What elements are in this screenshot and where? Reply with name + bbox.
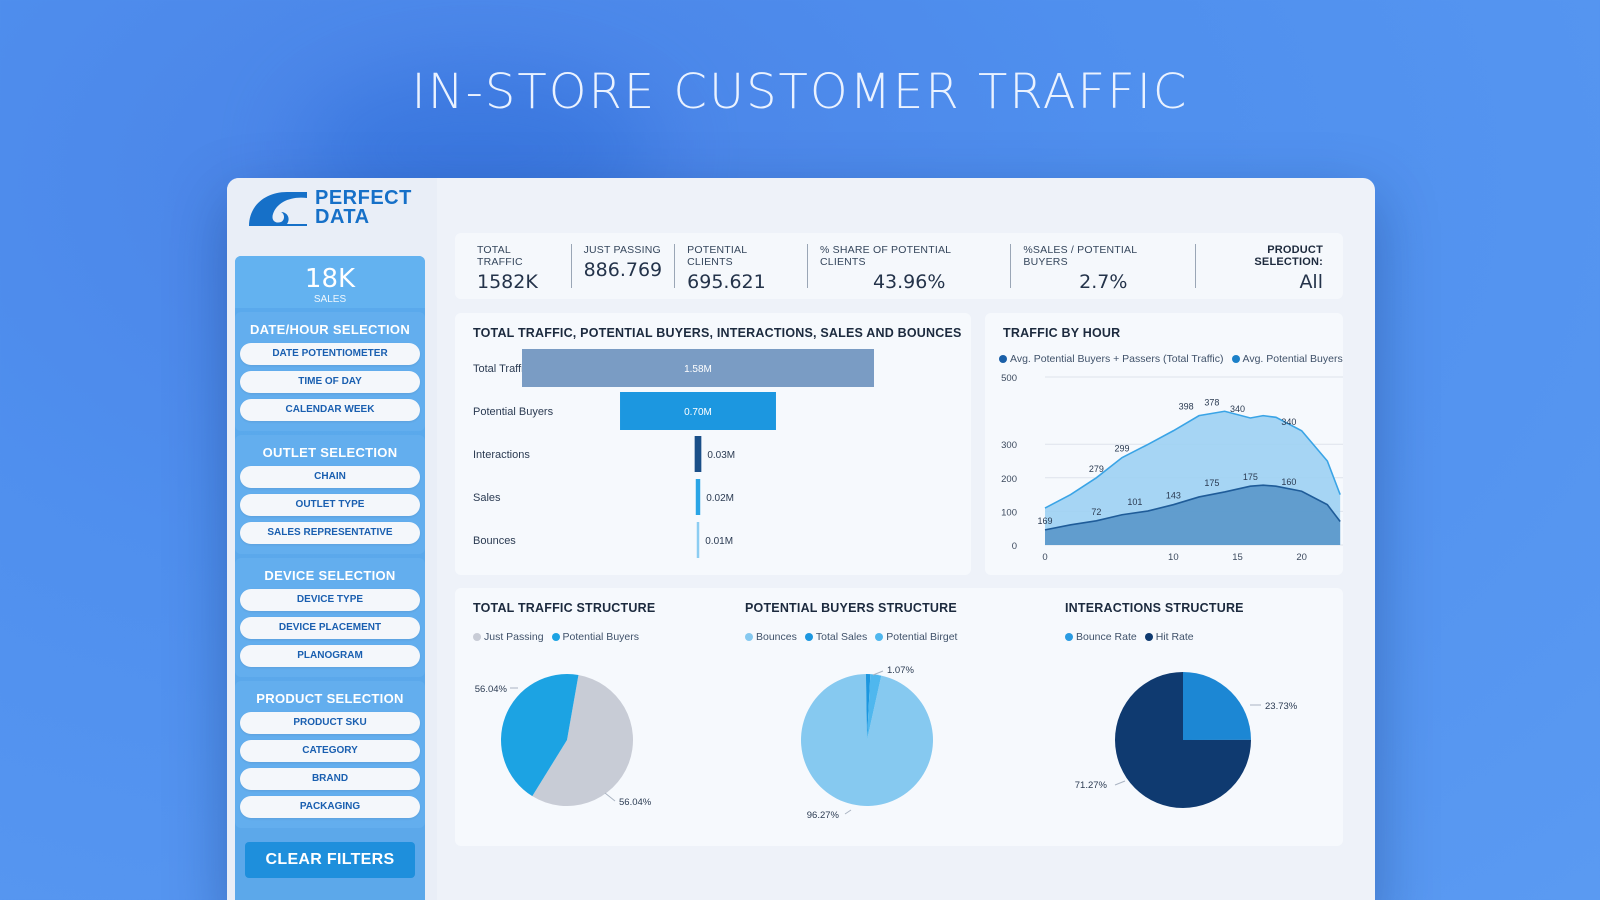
product-selection-filter[interactable]: PRODUCT SELECTION: All [1196,244,1333,293]
device-group: DEVICE SELECTION DEVICE TYPE DEVICE PLAC… [235,558,425,677]
area-data-label: 175 [1243,472,1258,482]
x-tick-label: 15 [1232,552,1243,563]
funnel-value-label: 1.58M [684,364,712,375]
group-title-device: DEVICE SELECTION [264,568,396,583]
filter-calendar-week[interactable]: CALENDAR WEEK [240,399,420,421]
date-hour-group: DATE/HOUR SELECTION DATE POTENTIOMETER T… [235,312,425,431]
filter-outlet-type[interactable]: OUTLET TYPE [240,494,420,516]
area-data-label: 101 [1127,497,1142,507]
filter-sales-representative[interactable]: SALES REPRESENTATIVE [240,522,420,544]
filter-chain[interactable]: CHAIN [240,466,420,488]
funnel-bar [694,436,702,472]
filter-date-potentiometer[interactable]: DATE POTENTIOMETER [240,343,420,365]
dashboard-frame: PERFECT DATA 18K SALES DATE/HOUR SELECTI… [227,178,1375,900]
filter-device-placement[interactable]: DEVICE PLACEMENT [240,617,420,639]
sales-kpi-label: SALES [313,294,347,305]
funnel-bar [696,522,700,558]
traffic-hour-card: TRAFFIC BY HOUR Avg. Potential Buyers + … [985,313,1343,575]
x-tick-label: 10 [1168,552,1179,563]
area-data-label: 299 [1114,444,1129,454]
pie-leader-line [844,809,852,815]
pie-slice-label: 96.27% [807,810,840,821]
clear-filters-button[interactable]: CLEAR FILTERS [245,842,415,878]
structure-pies: 56.04% 56.04% 1.07% 96.27% 23.73% 71.27% [475,665,1298,821]
area-data-label: 169 [1037,516,1052,526]
sales-kpi-value: 18K [304,264,356,294]
area-data-label: 398 [1179,402,1194,412]
y-tick-label: 0 [1012,541,1017,552]
filter-time-of-day[interactable]: TIME OF DAY [240,371,420,393]
area-data-label: 340 [1281,417,1296,427]
funnel-category-label: Interactions [473,449,530,461]
funnel-chart: Total Traffic 1.58M Potential Buyers 0.70M I… [473,349,874,558]
sales-kpi: 18K SALES [235,256,425,308]
page-headline: IN-STORE CUSTOMER TRAFFIC [411,64,1189,120]
funnel-value-label: 0.03M [707,450,735,461]
wave-logo-icon [249,192,307,226]
logo: PERFECT DATA [247,188,412,228]
structure-card: TOTAL TRAFFIC STRUCTURE POTENTIAL BUYERS… [455,588,1343,846]
area-data-label: 378 [1204,397,1219,407]
pie-leader-line [604,792,616,802]
pie-slice-label: 1.07% [887,665,914,676]
funnel-bar [695,479,701,515]
filter-category[interactable]: CATEGORY [240,740,420,762]
funnel-category-label: Sales [473,492,501,504]
pie-leader-line [1114,780,1126,786]
y-tick-label: 500 [1001,373,1017,384]
pie-slice [1183,672,1251,740]
group-title-date-hour: DATE/HOUR SELECTION [249,322,411,337]
y-tick-label: 300 [1001,440,1017,451]
kpi-just-passing: JUST PASSING 886.769 [572,244,676,288]
y-tick-label: 100 [1001,507,1017,518]
kpi-share-potential-clients: % SHARE OF POTENTIAL CLIENTS 43.96% [808,244,1012,293]
filter-brand[interactable]: BRAND [240,768,420,790]
kpi-potential-clients: POTENTIAL CLIENTS 695.621 [675,244,808,293]
kpi-sales-per-buyer: %SALES / POTENTIAL BUYERS 2.7% [1011,244,1197,293]
filter-planogram[interactable]: PLANOGRAM [240,645,420,667]
area-data-label: 175 [1204,478,1219,488]
sidebar: PERFECT DATA 18K SALES DATE/HOUR SELECTI… [227,178,437,900]
funnel-category-label: Potential Buyers [473,406,554,418]
pie-slice-label: 23.73% [1265,701,1298,712]
filter-product-sku[interactable]: PRODUCT SKU [240,712,420,734]
product-group: PRODUCT SELECTION PRODUCT SKU CATEGORY B… [235,681,425,828]
outlet-group: OUTLET SELECTION CHAIN OUTLET TYPE SALES… [235,435,425,554]
filter-packaging[interactable]: PACKAGING [240,796,420,818]
area-data-label: 279 [1089,464,1104,474]
pie-slice-label: 71.27% [1075,780,1108,791]
funnel-card: TOTAL TRAFFIC, POTENTIAL BUYERS, INTERAC… [455,313,971,575]
filter-panel: 18K SALES DATE/HOUR SELECTION DATE POTEN… [235,256,425,900]
logo-line2: DATA [315,206,370,228]
group-title-product: PRODUCT SELECTION [256,691,404,706]
x-tick-label: 0 [1042,552,1047,563]
funnel-value-label: 0.70M [684,407,712,418]
funnel-category-label: Bounces [473,535,516,547]
x-tick-label: 20 [1296,552,1307,563]
pie-slice-label: 56.04% [475,684,508,695]
pie-leader-line [872,670,884,676]
kpi-bar: TOTAL TRAFFIC 1582K JUST PASSING 886.769… [455,233,1343,299]
filter-device-type[interactable]: DEVICE TYPE [240,589,420,611]
pie-slice-label: 56.04% [619,797,652,808]
area-data-label: 72 [1091,507,1101,517]
area-data-label: 160 [1281,477,1296,487]
funnel-value-label: 0.02M [706,493,734,504]
funnel-category-label: Total Traffic [473,363,530,375]
area-data-label: 340 [1230,404,1245,414]
kpi-total-traffic: TOTAL TRAFFIC 1582K [465,244,572,293]
y-tick-label: 200 [1001,474,1017,485]
funnel-value-label: 0.01M [705,536,733,547]
area-data-label: 143 [1166,491,1181,501]
group-title-outlet: OUTLET SELECTION [262,445,398,460]
traffic-hour-chart: 0 100 200 300 500 0 10 15 20 279 299 398 378 340 340 16… [1001,373,1343,563]
